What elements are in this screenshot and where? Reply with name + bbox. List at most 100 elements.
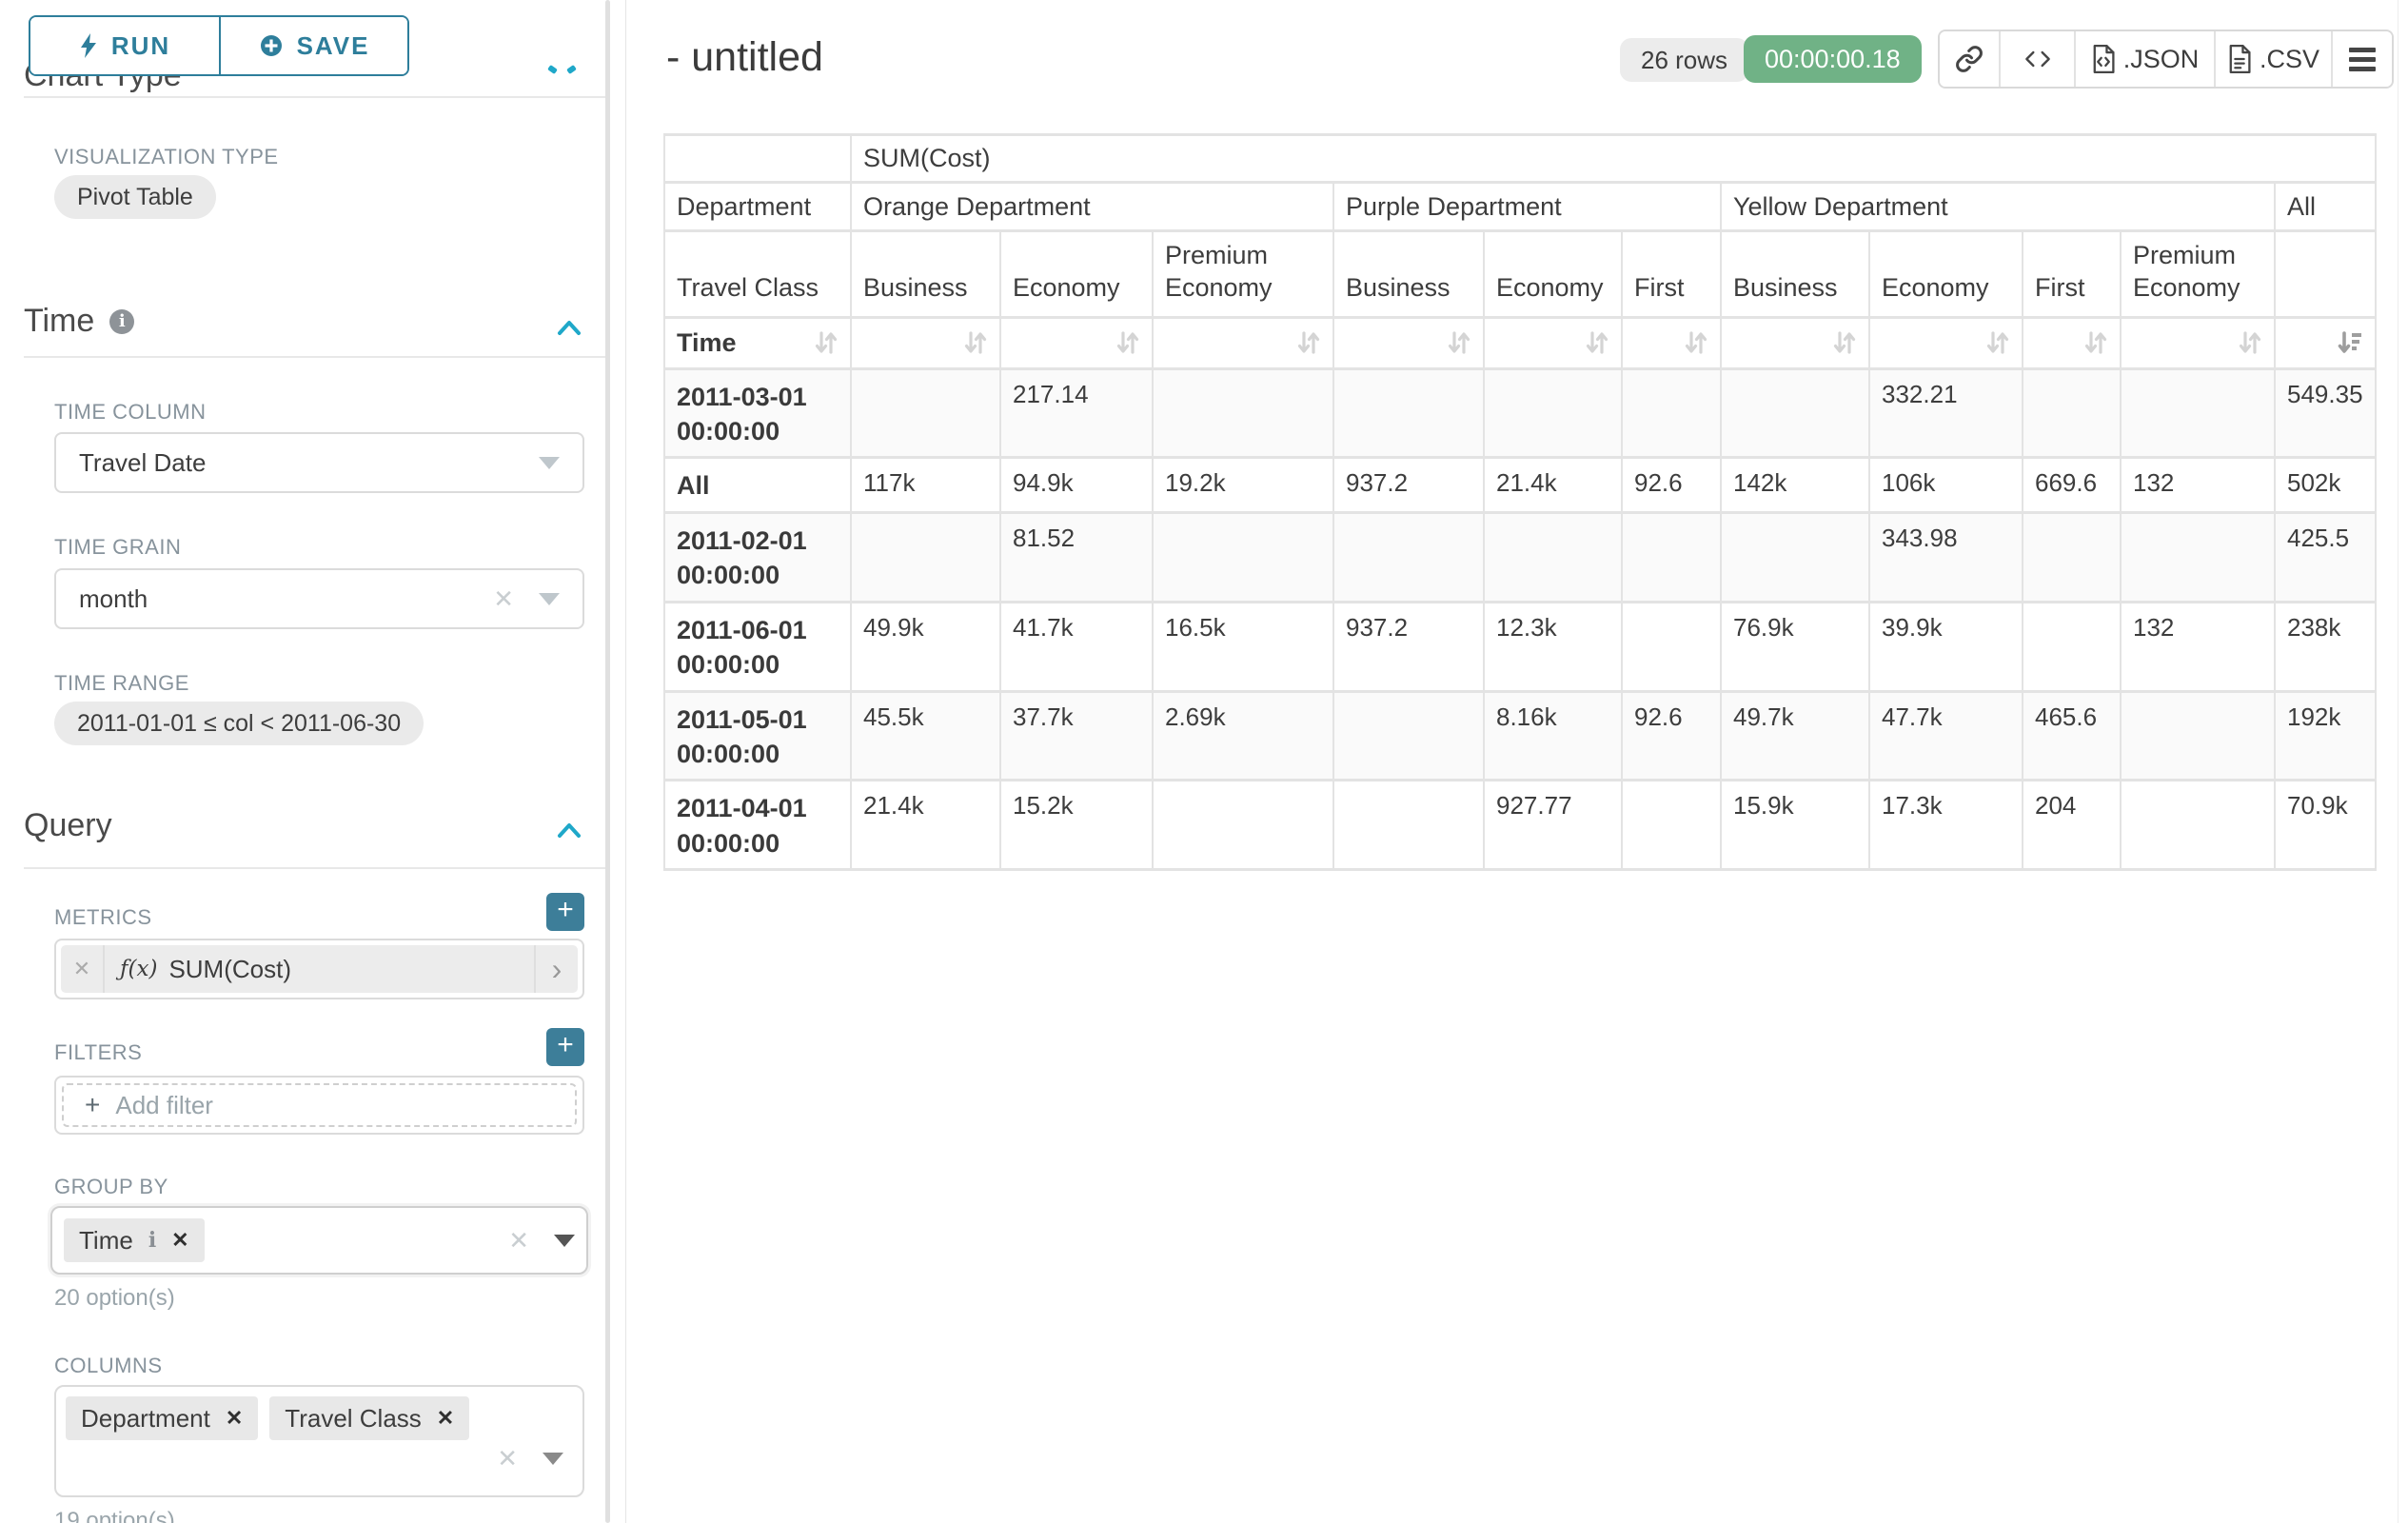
section-divider (24, 867, 609, 869)
sort-icon[interactable] (1684, 329, 1708, 356)
collapse-chevron-icon[interactable] (556, 318, 582, 337)
chevron-up-icon[interactable] (566, 65, 577, 74)
table-row: 2011-04-01 00:00:0021.4k15.2k927.7715.9k… (664, 781, 2376, 870)
table-cell (1333, 512, 1484, 602)
group-by-chip[interactable]: Time i ✕ (64, 1218, 205, 1262)
remove-chip-icon[interactable]: ✕ (226, 1406, 243, 1431)
chevron-down-icon[interactable] (554, 1235, 575, 1247)
group-by-select[interactable]: Time i ✕ ✕ (50, 1206, 588, 1275)
sort-icon[interactable] (2083, 329, 2108, 356)
column-sort-header[interactable] (1000, 317, 1153, 368)
department-header: Yellow Department (1721, 183, 2275, 231)
table-cell: 204 (2023, 781, 2121, 870)
column-sort-header-active[interactable] (2275, 317, 2376, 368)
column-sort-header[interactable] (2023, 317, 2121, 368)
column-sort-header[interactable] (1869, 317, 2023, 368)
run-button[interactable]: RUN (30, 17, 219, 74)
collapse-chevron-icon[interactable] (556, 821, 582, 840)
sort-icon[interactable] (1115, 329, 1140, 356)
info-icon[interactable]: i (148, 1228, 156, 1253)
sort-icon[interactable] (1585, 329, 1609, 356)
view-query-button[interactable] (1999, 31, 2074, 87)
table-row: 2011-02-01 00:00:0081.52343.98425.5 (664, 512, 2376, 602)
table-cell (851, 512, 1000, 602)
table-cell (2121, 368, 2275, 458)
column-sort-header[interactable] (1721, 317, 1869, 368)
sort-icon[interactable] (1985, 329, 2010, 356)
chevron-down-icon[interactable] (539, 457, 560, 469)
chevron-up-icon[interactable] (547, 65, 558, 74)
sort-icon[interactable] (1832, 329, 1857, 356)
table-cell: 17.3k (1869, 781, 2023, 870)
add-metric-button[interactable]: + (546, 893, 584, 931)
travel-class-header: First (2023, 231, 2121, 318)
chevron-down-icon[interactable] (539, 593, 560, 605)
lightning-icon (79, 32, 98, 59)
remove-chip-icon[interactable]: ✕ (171, 1228, 188, 1253)
time-grain-select[interactable]: month ✕ (54, 568, 584, 629)
column-sort-header[interactable] (1484, 317, 1622, 368)
columns-chip[interactable]: Travel Class ✕ (269, 1396, 469, 1440)
remove-metric-icon[interactable]: ✕ (61, 945, 105, 993)
sort-icon[interactable] (1447, 329, 1471, 356)
visualization-type-pill[interactable]: Pivot Table (54, 175, 216, 219)
column-sort-header[interactable] (1333, 317, 1484, 368)
table-cell: 425.5 (2275, 512, 2376, 602)
time-sort-header[interactable]: Time (664, 317, 851, 368)
expand-metric-icon[interactable]: › (534, 945, 578, 993)
columns-label: COLUMNS (54, 1354, 163, 1378)
sort-icon[interactable] (814, 329, 839, 356)
table-cell (1484, 368, 1622, 458)
travel-class-header: Business (1721, 231, 1869, 318)
save-button[interactable]: SAVE (219, 17, 407, 74)
time-range-label: TIME RANGE (54, 671, 189, 696)
column-sort-header[interactable] (851, 317, 1000, 368)
column-sort-header[interactable] (1153, 317, 1333, 368)
panel-scrollbar[interactable] (605, 0, 610, 1523)
table-cell (1333, 368, 1484, 458)
filters-label: FILTERS (54, 1040, 142, 1065)
time-column-label: TIME COLUMN (54, 400, 207, 425)
table-cell: 49.9k (851, 602, 1000, 691)
export-csv-button[interactable]: .CSV (2214, 31, 2331, 87)
sort-descending-icon[interactable] (2337, 329, 2363, 356)
table-cell: 343.98 (1869, 512, 2023, 602)
metric-chip[interactable]: ✕ ƒ(x) SUM(Cost) › (61, 945, 578, 993)
remove-chip-icon[interactable]: ✕ (437, 1406, 454, 1431)
columns-select[interactable]: Department ✕ Travel Class ✕ ✕ (54, 1385, 584, 1497)
columns-chip[interactable]: Department ✕ (66, 1396, 258, 1440)
row-label: 2011-04-01 00:00:00 (664, 781, 851, 870)
sort-icon[interactable] (2238, 329, 2262, 356)
section-divider (24, 96, 609, 98)
table-cell (1721, 512, 1869, 602)
table-cell: 2.69k (1153, 691, 1333, 781)
column-sort-header[interactable] (2121, 317, 2275, 368)
query-section-title: Query (24, 807, 112, 844)
sort-header-row: Time (664, 317, 2376, 368)
chart-title[interactable]: - untitled (666, 34, 823, 81)
export-json-button[interactable]: .JSON (2074, 31, 2214, 87)
add-filter-plus-button[interactable]: + (546, 1028, 584, 1066)
department-header: Purple Department (1333, 183, 1721, 231)
table-cell: 41.7k (1000, 602, 1153, 691)
time-column-select[interactable]: Travel Date (54, 432, 584, 493)
column-sort-header[interactable] (1622, 317, 1721, 368)
filters-control: + Add filter (54, 1076, 584, 1135)
table-cell (1333, 691, 1484, 781)
metrics-control[interactable]: ✕ ƒ(x) SUM(Cost) › (54, 939, 584, 999)
share-link-button[interactable] (1940, 31, 1999, 87)
link-icon (1955, 45, 1984, 73)
chevron-down-icon[interactable] (543, 1453, 563, 1465)
add-filter-button[interactable]: + Add filter (62, 1083, 577, 1127)
info-icon[interactable]: i (109, 309, 134, 334)
more-options-button[interactable] (2331, 31, 2392, 87)
sort-icon[interactable] (963, 329, 988, 356)
table-cell (1153, 781, 1333, 870)
time-range-pill[interactable]: 2011-01-01 ≤ col < 2011-06-30 (54, 702, 424, 745)
sort-icon[interactable] (1296, 329, 1321, 356)
table-cell: 8.16k (1484, 691, 1622, 781)
clear-icon[interactable]: ✕ (508, 1226, 529, 1256)
clear-icon[interactable]: ✕ (493, 584, 514, 614)
table-row: 2011-06-01 00:00:0049.9k41.7k16.5k937.21… (664, 602, 2376, 691)
clear-icon[interactable]: ✕ (497, 1444, 518, 1474)
